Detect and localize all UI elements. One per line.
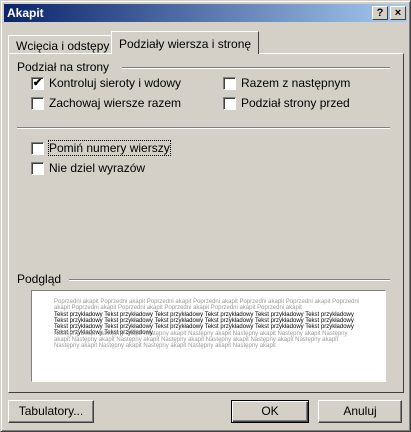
pagination-separator bbox=[122, 67, 390, 69]
keep-lines-together-checkbox[interactable]: Zachowaj wiersze razem bbox=[31, 96, 181, 110]
window-title: Akapit bbox=[7, 6, 44, 20]
preview-next-paragraph: Następny akapit Następny akapit Następny… bbox=[54, 331, 348, 349]
tab-label: Podziały wiersza i stronę bbox=[119, 37, 252, 51]
preview-box: Poprzedni akapit Poprzedni akapit Poprze… bbox=[31, 290, 386, 382]
preview-group-label: Podgląd bbox=[17, 272, 62, 286]
tab-label: Wcięcia i odstępy bbox=[16, 39, 110, 53]
dont-hyphenate-checkbox[interactable]: Nie dziel wyrazów bbox=[31, 161, 145, 175]
page-break-before-checkbox[interactable]: Podział strony przed bbox=[223, 96, 350, 110]
checkbox-box bbox=[223, 96, 236, 110]
checkbox-label: Nie dziel wyrazów bbox=[49, 161, 146, 175]
checkbox-label: Razem z następnym bbox=[241, 76, 351, 90]
cancel-button[interactable]: Anuluj bbox=[318, 400, 402, 423]
checkbox-box bbox=[31, 141, 44, 155]
checkbox-box bbox=[31, 161, 44, 175]
pagination-group-label: Podział na strony bbox=[17, 60, 110, 74]
checkbox-box bbox=[223, 76, 236, 90]
help-button[interactable]: ? bbox=[372, 6, 388, 20]
close-button[interactable]: × bbox=[390, 6, 406, 20]
suppress-line-numbers-checkbox[interactable]: Pomiń numery wierszy bbox=[31, 140, 171, 156]
tab-line-page-breaks[interactable]: Podziały wiersza i stronę bbox=[111, 31, 260, 54]
preview-previous-paragraph: Poprzedni akapit Poprzedni akapit Poprze… bbox=[54, 299, 360, 311]
tabs-button[interactable]: Tabulatory... bbox=[8, 400, 94, 423]
checkbox-box: ✔ bbox=[31, 76, 44, 90]
checkbox-label: Pomiń numery wierszy bbox=[48, 140, 171, 156]
checkbox-label: Podział strony przed bbox=[241, 96, 350, 110]
checkbox-label: Zachowaj wiersze razem bbox=[49, 96, 182, 110]
widow-orphan-checkbox[interactable]: ✔ Kontroluj sieroty i wdowy bbox=[31, 76, 181, 90]
checkbox-label: Kontroluj sieroty i wdowy bbox=[49, 76, 182, 90]
checkbox-box bbox=[31, 96, 44, 110]
ok-button[interactable]: OK bbox=[231, 400, 309, 423]
keep-with-next-checkbox[interactable]: Razem z następnym bbox=[223, 76, 350, 90]
options-separator bbox=[17, 127, 390, 129]
preview-separator bbox=[69, 279, 390, 281]
paragraph-dialog: Akapit ? × Wcięcia i odstępy Podziały wi… bbox=[0, 0, 411, 432]
title-bar[interactable]: Akapit ? × bbox=[4, 4, 407, 22]
tab-indents-spacing[interactable]: Wcięcia i odstępy bbox=[8, 35, 118, 53]
